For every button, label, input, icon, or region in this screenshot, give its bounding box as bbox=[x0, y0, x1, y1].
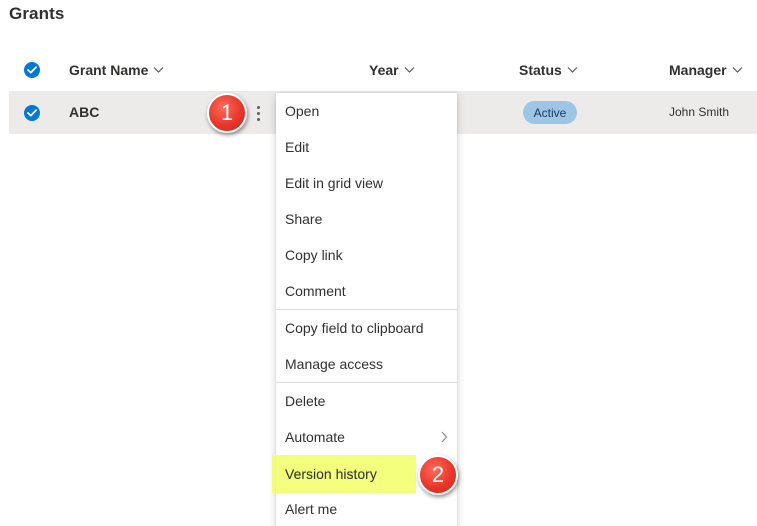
menu-item-automate[interactable]: Automate bbox=[276, 419, 457, 455]
list-header: Grant Name Year Status Manager bbox=[0, 52, 757, 88]
chevron-down-icon bbox=[404, 67, 415, 73]
column-header-year[interactable]: Year bbox=[369, 62, 415, 78]
annotation-badge-2: 2 bbox=[418, 455, 458, 495]
page-title: Grants bbox=[9, 4, 65, 23]
chevron-down-icon bbox=[153, 67, 164, 73]
menu-item-label: Alert me bbox=[285, 501, 338, 517]
row-select-checkbox[interactable] bbox=[24, 105, 40, 121]
menu-item-label: Edit in grid view bbox=[285, 175, 384, 191]
manager-cell: John Smith bbox=[669, 105, 730, 119]
menu-item-alert-me[interactable]: Alert me bbox=[276, 491, 457, 526]
more-vertical-icon[interactable] bbox=[250, 103, 266, 123]
menu-item-label: Open bbox=[285, 103, 320, 119]
menu-item-edit[interactable]: Edit bbox=[276, 129, 457, 165]
chevron-down-icon bbox=[567, 67, 578, 73]
highlighted-label: Version history bbox=[285, 466, 377, 482]
checkmark-icon bbox=[27, 66, 37, 74]
menu-item-copy-field-to-clipboard[interactable]: Copy field to clipboard bbox=[276, 310, 457, 346]
menu-item-label: Comment bbox=[285, 283, 346, 299]
menu-item-share[interactable]: Share bbox=[276, 201, 457, 237]
menu-item-label: Delete bbox=[285, 393, 326, 409]
column-header-manager[interactable]: Manager bbox=[669, 62, 743, 78]
menu-item-delete[interactable]: Delete bbox=[276, 383, 457, 419]
menu-item-comment[interactable]: Comment bbox=[276, 273, 457, 309]
menu-item-label: Edit bbox=[285, 139, 310, 155]
menu-item-label: Automate bbox=[285, 429, 345, 445]
status-badge: Active bbox=[523, 101, 577, 124]
menu-item-label: Copy field to clipboard bbox=[285, 320, 424, 336]
menu-item-label: Copy link bbox=[285, 247, 343, 263]
menu-item-manage-access[interactable]: Manage access bbox=[276, 346, 457, 382]
grant-name-cell[interactable]: ABC bbox=[69, 104, 99, 120]
column-header-status[interactable]: Status bbox=[519, 62, 578, 78]
column-header-label: Manager bbox=[669, 62, 727, 78]
checkmark-icon bbox=[27, 109, 37, 117]
menu-item-copy-link[interactable]: Copy link bbox=[276, 237, 457, 273]
chevron-right-icon bbox=[441, 431, 448, 443]
menu-item-label: Manage access bbox=[285, 356, 384, 372]
column-header-grant-name[interactable]: Grant Name bbox=[69, 62, 164, 78]
menu-item-open[interactable]: Open bbox=[276, 93, 457, 129]
column-header-label: Year bbox=[369, 62, 399, 78]
column-header-label: Status bbox=[519, 62, 562, 78]
menu-item-edit-in-grid-view[interactable]: Edit in grid view bbox=[276, 165, 457, 201]
page: Grants Grant Name Year Status Manager AB… bbox=[0, 0, 757, 526]
column-header-label: Grant Name bbox=[69, 62, 149, 78]
annotation-badge-1: 1 bbox=[207, 93, 247, 133]
chevron-down-icon bbox=[732, 67, 743, 73]
select-all-checkbox[interactable] bbox=[24, 62, 40, 78]
menu-item-label: Share bbox=[285, 211, 323, 227]
